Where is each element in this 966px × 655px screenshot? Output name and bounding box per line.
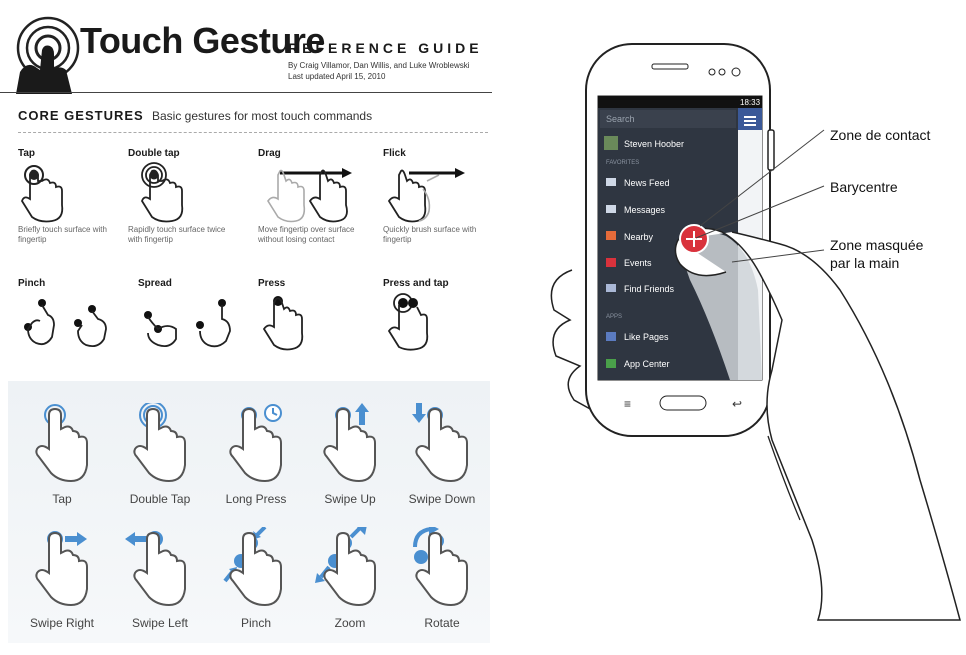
icon-label: Long Press bbox=[225, 492, 287, 506]
icon-tap: Tap bbox=[16, 403, 108, 506]
guide-authors: By Craig Villamor, Dan Willis, and Luke … bbox=[288, 61, 470, 70]
icon-label: Double Tap bbox=[129, 492, 191, 506]
icon-label: Swipe Left bbox=[131, 616, 189, 630]
app-center: App Center bbox=[624, 359, 670, 369]
flick-hand-icon bbox=[387, 168, 465, 223]
menu-key-icon: ≡ bbox=[624, 397, 631, 411]
gesture-name: Flick bbox=[383, 148, 406, 159]
back-key-icon: ↩ bbox=[732, 397, 742, 411]
icon-label: Swipe Up bbox=[324, 492, 376, 506]
gesture-flick: Flick Quickly brush surface with fingert… bbox=[383, 148, 493, 245]
gesture-icon-grid: Tap Double Tap Long Press Swipe Up Swipe… bbox=[8, 381, 490, 643]
gesture-description: Quickly brush surface with fingertip bbox=[383, 225, 477, 244]
app-like-pages: Like Pages bbox=[624, 332, 669, 342]
phone-hand-drawing: 18:33 Search Steven Hoober FAVORITES New… bbox=[550, 43, 961, 621]
gesture-pinch: Pinch bbox=[18, 278, 128, 353]
icon-label: Pinch bbox=[240, 616, 272, 630]
gesture-name: Press and tap bbox=[383, 278, 449, 289]
gesture-name: Press bbox=[258, 278, 286, 289]
icon-rotate: Rotate bbox=[396, 524, 488, 630]
core-gestures-subheading: Basic gestures for most touch commands bbox=[152, 109, 373, 123]
callout-barycentre: Barycentre bbox=[830, 179, 898, 195]
gesture-description: Rapidly touch surface twice with fingert… bbox=[128, 225, 226, 244]
menu-messages: Messages bbox=[624, 205, 666, 215]
menu-news-feed: News Feed bbox=[624, 178, 670, 188]
dashed-divider bbox=[18, 132, 488, 133]
favorites-header: FAVORITES bbox=[606, 160, 639, 166]
icon-label: Rotate bbox=[424, 616, 460, 630]
guide-updated: Last updated April 15, 2010 bbox=[288, 72, 386, 81]
divider bbox=[0, 92, 492, 93]
gesture-spread: Spread bbox=[138, 278, 248, 353]
gesture-press: Press bbox=[258, 278, 368, 353]
gesture-double-tap: Double tap Rapidly touch surface twice w… bbox=[128, 148, 238, 245]
zoom-gesture-icon bbox=[315, 525, 376, 606]
pinch-hands-icon bbox=[24, 299, 107, 348]
search-placeholder: Search bbox=[606, 114, 635, 124]
icon-long-press: Long Press bbox=[210, 403, 302, 506]
spread-hands-icon bbox=[144, 299, 231, 348]
gesture-name: Spread bbox=[138, 278, 172, 289]
swipe-up-gesture-icon bbox=[323, 403, 376, 482]
swipe-right-gesture-icon bbox=[35, 531, 88, 606]
rotate-gesture-icon bbox=[413, 524, 468, 606]
tap-hand-icon bbox=[21, 165, 64, 223]
icon-label: Swipe Down bbox=[408, 492, 476, 506]
icon-swipe-right: Swipe Right bbox=[16, 527, 108, 630]
apps-header: APPS bbox=[606, 314, 622, 320]
gesture-name: Pinch bbox=[18, 278, 46, 289]
callout-masked-line2: par la main bbox=[830, 255, 900, 271]
swipe-left-gesture-icon bbox=[125, 531, 186, 606]
pinch-gesture-icon bbox=[223, 525, 282, 606]
guide-byline: By Craig Villamor, Dan Willis, and Luke … bbox=[288, 60, 470, 82]
gesture-description: Briefly touch surface with fingertip bbox=[18, 225, 107, 244]
menu-nearby: Nearby bbox=[624, 232, 654, 242]
press-and-tap-hand-icon bbox=[387, 293, 429, 351]
drag-hands-icon bbox=[267, 168, 352, 223]
callout-masked-zone: Zone masquée par la main bbox=[830, 236, 923, 272]
long-press-gesture-icon bbox=[229, 404, 282, 482]
callout-contact-zone: Zone de contact bbox=[830, 127, 931, 143]
gesture-name: Tap bbox=[18, 148, 36, 159]
icon-swipe-up: Swipe Up bbox=[304, 403, 396, 506]
icon-swipe-left: Swipe Left bbox=[114, 527, 206, 630]
gesture-drag: Drag Move fingertip over surface without… bbox=[258, 148, 368, 245]
double-tap-hand-icon bbox=[141, 162, 184, 223]
double-tap-gesture-icon bbox=[133, 401, 186, 482]
touch-gesture-logo-icon bbox=[16, 16, 80, 94]
icon-zoom: Zoom bbox=[304, 525, 396, 630]
core-gestures-heading: CORE GESTURES bbox=[18, 108, 144, 123]
gesture-name: Drag bbox=[258, 148, 281, 159]
icon-label: Swipe Right bbox=[29, 616, 95, 630]
gesture-press-and-tap: Press and tap bbox=[383, 278, 493, 353]
icon-label: Zoom bbox=[334, 616, 366, 630]
icon-pinch: Pinch bbox=[210, 525, 302, 630]
menu-events: Events bbox=[624, 258, 652, 268]
gesture-description: Move fingertip over surface without losi… bbox=[258, 225, 355, 244]
callout-masked-line1: Zone masquée bbox=[830, 237, 924, 253]
press-hand-icon bbox=[262, 296, 304, 351]
home-button bbox=[659, 395, 707, 411]
menu-find-friends: Find Friends bbox=[624, 284, 675, 294]
icon-swipe-down: Swipe Down bbox=[396, 403, 488, 506]
status-time: 18:33 bbox=[740, 98, 761, 107]
guide-subtitle: REFERENCE GUIDE bbox=[288, 40, 483, 56]
gesture-name: Double tap bbox=[128, 148, 180, 159]
icon-label: Tap bbox=[52, 492, 72, 506]
phone-in-hand-illustration: 18:33 Search Steven Hoober FAVORITES New… bbox=[500, 0, 966, 650]
icon-double-tap: Double Tap bbox=[114, 401, 206, 506]
swipe-down-gesture-icon bbox=[412, 403, 468, 482]
gesture-reference-guide: Touch Gesture REFERENCE GUIDE By Craig V… bbox=[0, 0, 492, 370]
gesture-tap: Tap Briefly touch surface with fingertip bbox=[18, 148, 128, 245]
user-name: Steven Hoober bbox=[624, 139, 684, 149]
tap-gesture-icon bbox=[35, 404, 88, 482]
